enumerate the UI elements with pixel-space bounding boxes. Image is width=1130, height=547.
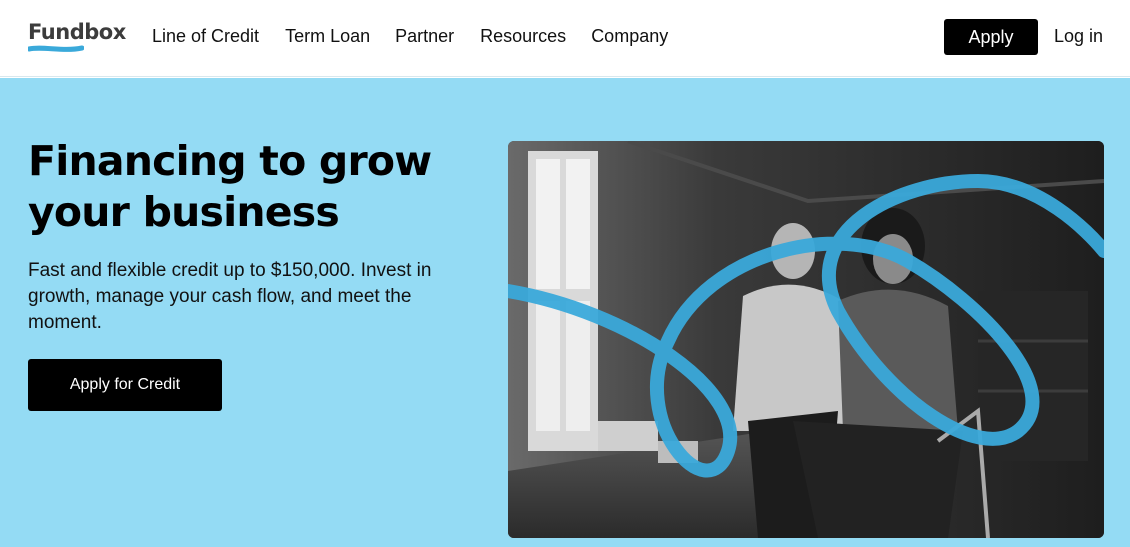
nav-item-term-loan[interactable]: Term Loan — [285, 24, 370, 48]
apply-button[interactable]: Apply — [944, 19, 1038, 55]
hero-section: Financing to grow your business Fast and… — [0, 78, 1130, 547]
apply-for-credit-button[interactable]: Apply for Credit — [28, 359, 222, 411]
login-link[interactable]: Log in — [1054, 24, 1103, 48]
nav-item-company[interactable]: Company — [591, 24, 668, 48]
logo-swoosh-icon — [28, 45, 84, 52]
logo-text: Fundbox — [28, 20, 126, 44]
nav-item-partner[interactable]: Partner — [395, 24, 454, 48]
hero-photo-illustration — [508, 141, 1104, 538]
main-nav: Line of Credit Term Loan Partner Resourc… — [152, 24, 694, 48]
hero-subtitle: Fast and flexible credit up to $150,000.… — [28, 260, 432, 333]
nav-item-resources[interactable]: Resources — [480, 24, 566, 48]
hero-photo — [508, 141, 1104, 538]
hero-title: Financing to grow your business — [28, 137, 432, 236]
fundbox-logo[interactable]: Fundbox — [28, 20, 128, 54]
site-header: Fundbox Line of Credit Term Loan Partner… — [0, 0, 1130, 77]
nav-item-line-of-credit[interactable]: Line of Credit — [152, 24, 259, 48]
